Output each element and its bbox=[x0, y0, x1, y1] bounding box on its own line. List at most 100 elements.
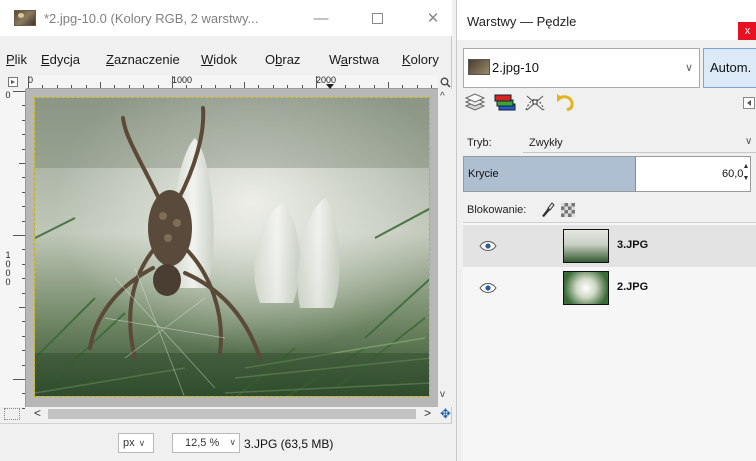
dock-titlebar[interactable]: Warstwy — Pędzle x bbox=[457, 0, 756, 40]
minimize-button[interactable]: — bbox=[306, 8, 336, 28]
layer-name: 3.JPG bbox=[617, 239, 649, 251]
ruler-left-1000: 1000 bbox=[5, 250, 11, 287]
ruler-tick bbox=[416, 85, 418, 88]
quick-mask-toggle[interactable] bbox=[4, 408, 20, 420]
paths-icon[interactable] bbox=[523, 92, 547, 114]
chevron-down-icon: ∨ bbox=[745, 136, 753, 147]
menu-warstwa-accel: a bbox=[340, 52, 349, 67]
ruler-tick bbox=[373, 85, 375, 88]
image-selector-value: 2.jpg-10 bbox=[492, 60, 539, 75]
tab-menu-icon[interactable] bbox=[743, 97, 755, 109]
ruler-tick bbox=[316, 76, 317, 88]
menu-obraz-rest: raz bbox=[282, 52, 301, 67]
ruler-tick bbox=[172, 76, 173, 88]
ruler-tick bbox=[22, 134, 25, 136]
opacity-spin-icon[interactable]: ▲ ▼ bbox=[742, 161, 750, 187]
menu-warstwa[interactable]: Warstwa bbox=[329, 52, 379, 67]
ruler-tick bbox=[22, 249, 25, 251]
ruler-tick bbox=[301, 85, 303, 88]
lock-alpha-icon[interactable] bbox=[561, 203, 575, 217]
zoom-value: 12,5 % bbox=[185, 437, 220, 449]
zoom-select[interactable]: 12,5 % ∨ bbox=[172, 433, 240, 453]
spider-image bbox=[35, 98, 429, 396]
mode-label: Tryb: bbox=[467, 137, 492, 149]
menu-obraz-pre: O bbox=[265, 52, 276, 67]
ruler-tick bbox=[229, 85, 231, 88]
scroll-right-icon[interactable]: > bbox=[424, 406, 431, 420]
horizontal-scrollbar[interactable]: < > bbox=[26, 406, 438, 421]
ruler-label-1000: 1000 bbox=[172, 75, 193, 85]
image-window: *2.jpg-10.0 (Kolory RGB, 2 warstwy... — … bbox=[0, 0, 452, 461]
scroll-up-icon[interactable]: ^ bbox=[440, 91, 445, 102]
scroll-down-icon[interactable]: v bbox=[440, 389, 445, 400]
menu-plik-accel: P bbox=[6, 52, 15, 67]
maximize-button[interactable] bbox=[362, 8, 392, 28]
vertical-ruler[interactable]: 0 1000 bbox=[0, 89, 26, 409]
menu-kolory[interactable]: Kolory bbox=[402, 52, 439, 67]
ruler-tick bbox=[19, 307, 25, 308]
menu-plik[interactable]: Plik bbox=[6, 52, 27, 67]
ruler-tick bbox=[28, 76, 29, 88]
image-canvas[interactable] bbox=[26, 89, 438, 407]
ruler-tick bbox=[157, 85, 159, 88]
ruler-tick bbox=[215, 85, 217, 88]
lock-label: Blokowanie: bbox=[467, 204, 527, 216]
menu-widok-rest: idok bbox=[213, 52, 238, 67]
ruler-tick bbox=[22, 177, 25, 179]
layer-thumbnail bbox=[563, 229, 609, 263]
ruler-tick bbox=[359, 85, 361, 88]
menu-zaznaczenie[interactable]: Zaznaczenie bbox=[106, 52, 180, 67]
menu-kolory-rest: olory bbox=[410, 52, 439, 67]
lock-pixels-icon[interactable] bbox=[539, 202, 555, 218]
gimp-image-icon bbox=[14, 10, 36, 26]
image-selector[interactable]: 2.jpg-10 ∨ bbox=[463, 48, 700, 88]
menu-arrow-icon bbox=[8, 77, 18, 87]
status-info: 3.JPG (63,5 MB) bbox=[244, 437, 334, 451]
ruler-tick bbox=[143, 85, 145, 88]
layer-row[interactable]: 2.JPG bbox=[463, 267, 756, 309]
ruler-tick bbox=[22, 364, 25, 366]
layer-row[interactable]: 3.JPG bbox=[463, 225, 756, 267]
layers-icon[interactable] bbox=[463, 92, 487, 114]
horizontal-scroll-thumb[interactable] bbox=[48, 409, 416, 419]
ruler-left-0: 0 bbox=[5, 90, 11, 100]
ruler-corner[interactable] bbox=[0, 75, 26, 89]
opacity-slider[interactable]: Krycie 60,0 ▲ ▼ bbox=[463, 156, 751, 192]
ruler-tick bbox=[56, 85, 58, 88]
menu-edycja[interactable]: Edycja bbox=[41, 52, 80, 67]
eye-icon[interactable] bbox=[479, 281, 497, 293]
horizontal-ruler[interactable]: 0 1000 2000 bbox=[26, 75, 438, 89]
maximize-icon bbox=[371, 12, 383, 24]
ruler-tick bbox=[13, 379, 25, 380]
ruler-tick bbox=[402, 85, 404, 88]
chevron-down-icon: ∨ bbox=[685, 62, 694, 74]
channels-icon[interactable] bbox=[493, 92, 517, 114]
undo-history-icon[interactable] bbox=[553, 92, 577, 114]
chevron-down-icon: ∨ bbox=[229, 437, 236, 447]
menu-kolory-accel: K bbox=[402, 52, 411, 67]
mode-row: Tryb: Zwykły ∨ bbox=[463, 135, 756, 153]
unit-select[interactable]: px ∨ bbox=[118, 433, 154, 453]
auto-button[interactable]: Autom. bbox=[703, 48, 756, 88]
scroll-left-icon[interactable]: < bbox=[34, 406, 41, 420]
ruler-tick bbox=[22, 119, 25, 121]
menu-widok-accel: W bbox=[201, 52, 214, 67]
vertical-scrollbar[interactable]: ^ v bbox=[438, 89, 452, 407]
navigate-icon[interactable]: ✥ bbox=[440, 407, 452, 420]
eye-icon[interactable] bbox=[479, 239, 497, 251]
menu-widok[interactable]: Widok bbox=[201, 52, 237, 67]
zoom-follow-icon[interactable] bbox=[438, 75, 452, 89]
image-window-titlebar[interactable]: *2.jpg-10.0 (Kolory RGB, 2 warstwy... — … bbox=[0, 0, 452, 36]
menu-edycja-rest: dycja bbox=[49, 52, 81, 67]
unit-value: px bbox=[123, 437, 135, 449]
ruler-tick bbox=[431, 85, 433, 88]
dock-close-button[interactable]: x bbox=[738, 22, 756, 40]
ruler-tick bbox=[71, 85, 73, 88]
layer-thumbnail bbox=[563, 271, 609, 305]
ruler-tick bbox=[128, 85, 130, 88]
image-thumbnail-icon bbox=[468, 59, 490, 75]
menu-plik-rest: lik bbox=[14, 52, 27, 67]
close-button[interactable]: ✕ bbox=[418, 8, 448, 28]
menu-obraz[interactable]: Obraz bbox=[265, 52, 300, 67]
ruler-tick bbox=[85, 85, 87, 88]
